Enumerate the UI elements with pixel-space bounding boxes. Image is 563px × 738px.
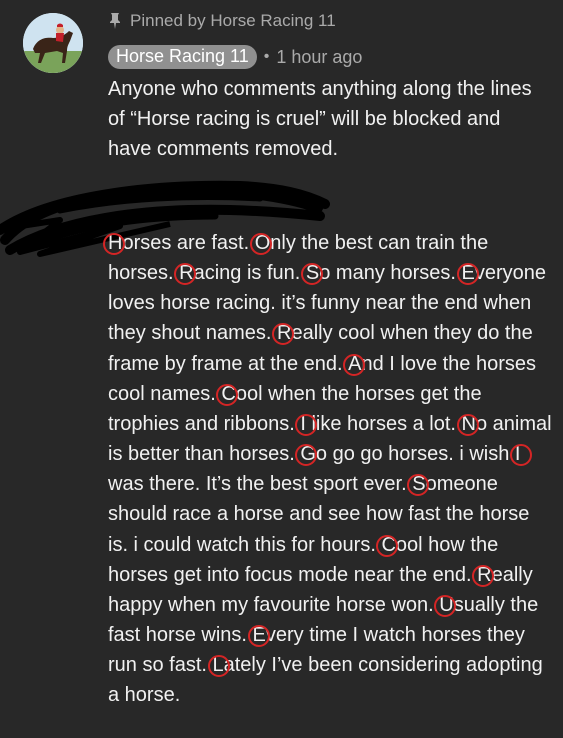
sentence: Horses are fast. <box>103 232 249 255</box>
author-badge[interactable]: Horse Racing 11 <box>108 45 257 69</box>
meta-separator: • <box>263 48 270 65</box>
reply-comment-text: Horses are fast. Only the best can train… <box>103 228 553 711</box>
sentence: So many horses. <box>300 262 456 286</box>
comment-meta: Horse Racing 11 • 1 hour ago <box>108 45 362 69</box>
sentence: Go go go horses. i wish <box>295 443 509 467</box>
avatar-horse-jockey-image <box>23 13 83 73</box>
pin-icon <box>110 13 120 29</box>
pinned-label: Pinned by Horse Racing 11 <box>130 11 336 30</box>
sentence: Racing is fun. <box>174 262 300 286</box>
red-circle-annotation <box>509 444 532 467</box>
pinned-indicator: Pinned by Horse Racing 11 <box>108 11 336 31</box>
sentence: I like horses a lot. <box>295 413 456 436</box>
pinned-comment-text: Anyone who comments anything along the l… <box>108 78 532 160</box>
comment-timestamp[interactable]: 1 hour ago <box>276 47 362 68</box>
avatar[interactable] <box>23 13 83 73</box>
